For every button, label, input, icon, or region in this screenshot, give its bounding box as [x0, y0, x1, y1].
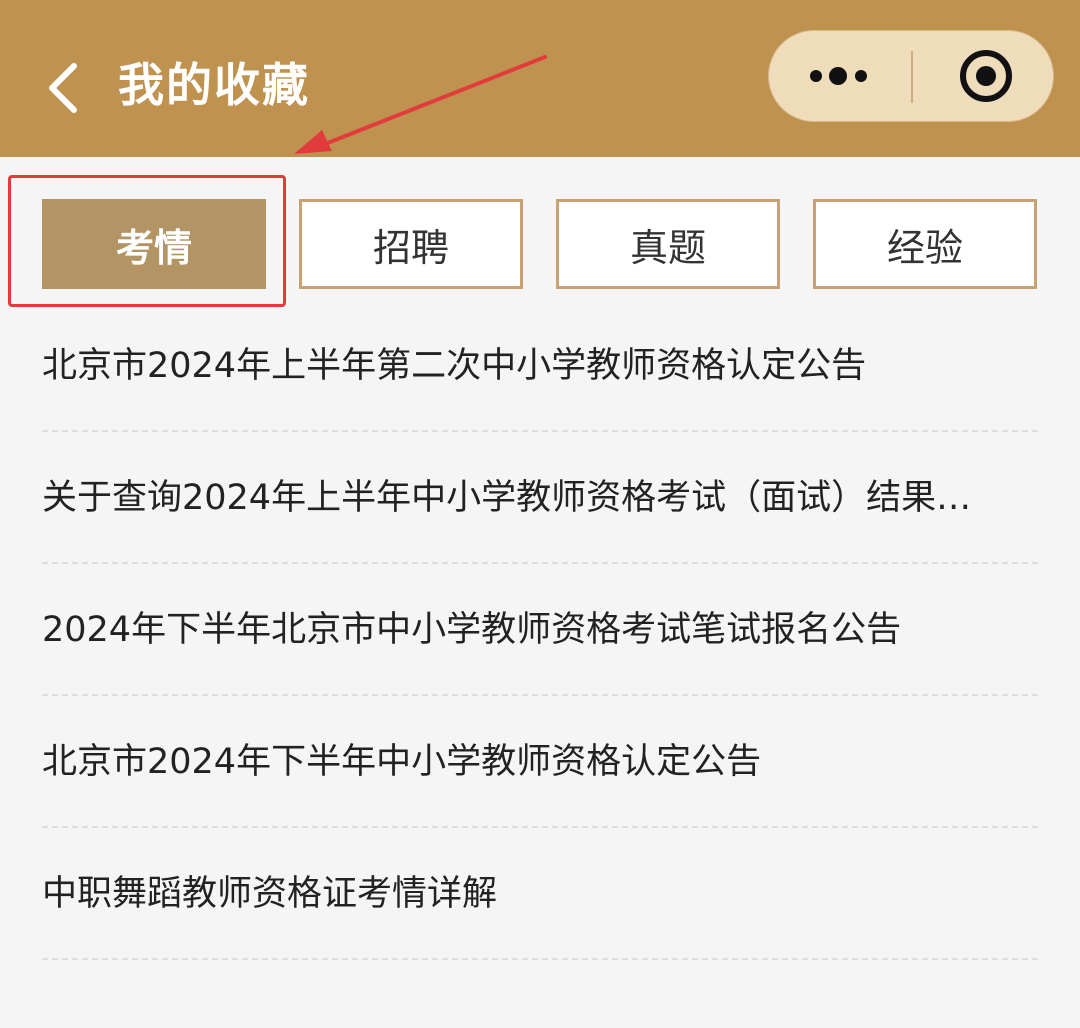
mini-program-capsule	[768, 30, 1054, 122]
tab-recruitment[interactable]: 招聘	[299, 199, 523, 289]
list-item-title: 北京市2024年下半年中小学教师资格认定公告	[42, 742, 762, 782]
tab-label: 经验	[886, 225, 963, 270]
list-item[interactable]: 2024年下半年北京市中小学教师资格考试笔试报名公告	[42, 564, 1038, 696]
divider	[42, 958, 1038, 960]
list-item-title: 中职舞蹈教师资格证考情详解	[42, 874, 498, 914]
tab-label: 招聘	[372, 225, 449, 270]
more-dots-icon	[810, 67, 867, 85]
list-item-title: 关于查询2024年上半年中小学教师资格考试（面试）结果…	[42, 478, 972, 518]
list-item-title: 2024年下半年北京市中小学教师资格考试笔试报名公告	[42, 610, 902, 650]
navigation-bar: 我的收藏	[0, 0, 1080, 157]
tab-label: 真题	[629, 225, 706, 270]
back-button[interactable]	[40, 58, 90, 118]
list-item[interactable]: 关于查询2024年上半年中小学教师资格考试（面试）结果…	[42, 432, 1038, 564]
list-item-title: 北京市2024年上半年第二次中小学教师资格认定公告	[42, 346, 867, 386]
list-item[interactable]: 北京市2024年下半年中小学教师资格认定公告	[42, 696, 1038, 828]
list-item[interactable]: 北京市2024年上半年第二次中小学教师资格认定公告	[42, 300, 1038, 432]
tab-exam-info[interactable]: 考情	[42, 199, 266, 289]
tab-past-papers[interactable]: 真题	[556, 199, 780, 289]
chevron-left-icon	[49, 63, 77, 113]
tab-label: 考情	[115, 225, 192, 270]
close-button[interactable]	[913, 31, 1055, 123]
more-button[interactable]	[769, 31, 911, 123]
page-title: 我的收藏	[118, 58, 310, 112]
tab-experience[interactable]: 经验	[813, 199, 1037, 289]
list-item[interactable]: 中职舞蹈教师资格证考情详解	[42, 828, 1038, 960]
target-circle-icon	[960, 50, 1012, 102]
favorites-list: 北京市2024年上半年第二次中小学教师资格认定公告 关于查询2024年上半年中小…	[42, 300, 1038, 960]
